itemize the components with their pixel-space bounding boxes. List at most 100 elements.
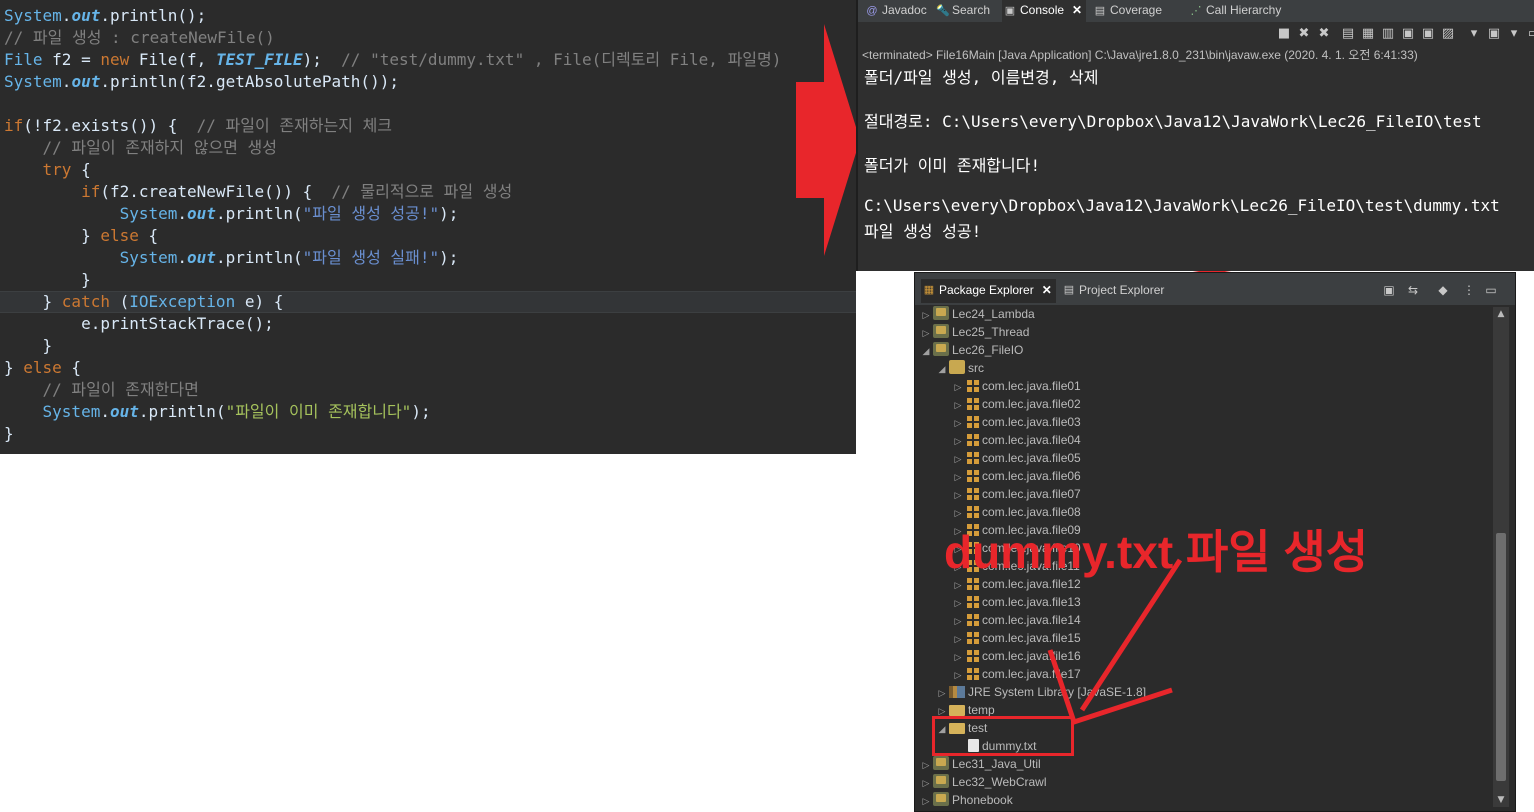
project-icon [933, 756, 949, 770]
tab-label: Call Hierarchy [1206, 3, 1282, 17]
minimize-icon[interactable]: ▭ [1483, 282, 1499, 298]
tab-console[interactable]: ▣ Console ✕ [1002, 0, 1087, 22]
javadoc-icon: @ [866, 5, 878, 17]
vertical-scrollbar[interactable]: ▲ ▼ [1493, 307, 1509, 807]
remove-all-icon[interactable]: ✖ [1316, 26, 1332, 42]
code-line: } else { [4, 225, 158, 247]
code-token: if [81, 182, 101, 201]
code-line: } [4, 423, 14, 445]
expand-toggle-icon[interactable]: ▷ [951, 594, 965, 612]
expand-toggle-icon[interactable]: ▷ [951, 666, 965, 684]
code-token: . [61, 6, 72, 25]
close-icon[interactable]: ✕ [1072, 3, 1082, 17]
close-icon[interactable]: ✕ [1042, 283, 1052, 297]
code-token: .println( [215, 248, 303, 267]
tree-item[interactable]: ▷ com.lec.java.file07 [951, 485, 1081, 503]
scroll-lock-icon[interactable]: ▦ [1360, 26, 1376, 42]
code-token: ( [109, 292, 130, 311]
tree-item[interactable]: ▷ com.lec.java.file01 [951, 377, 1081, 395]
code-token: { [71, 160, 91, 179]
tree-item-label: com.lec.java.file04 [982, 433, 1081, 447]
tab-label: Project Explorer [1079, 283, 1165, 297]
tree-item[interactable]: ◢ Lec26_FileIO [919, 341, 1023, 359]
expand-toggle-icon[interactable]: ▷ [951, 396, 965, 414]
code-token: // 파일이 존재하지 않으면 생성 [42, 138, 277, 157]
expand-toggle-icon[interactable]: ▷ [919, 306, 933, 324]
clear-console-icon[interactable]: ▤ [1340, 26, 1356, 42]
expand-toggle-icon[interactable]: ▷ [951, 630, 965, 648]
expand-toggle-icon[interactable]: ▷ [951, 378, 965, 396]
code-token: out [109, 402, 139, 421]
code-token: out [71, 72, 101, 91]
source-folder-icon [949, 360, 965, 374]
tab-project-explorer[interactable]: ▤ Project Explorer [1061, 279, 1165, 303]
link-with-editor-icon[interactable]: ⇆ [1405, 282, 1421, 298]
code-token: .println(f2.getAbsolutePath()); [100, 72, 399, 91]
code-token: // 파일이 존재하는지 체크 [196, 116, 393, 135]
code-token: (f2.createNewFile()) { [100, 182, 332, 201]
tree-item[interactable]: ▷ com.lec.java.file03 [951, 413, 1081, 431]
tree-item[interactable]: ▷ com.lec.java.file04 [951, 431, 1081, 449]
view-menu-icon[interactable]: ⋮ [1461, 282, 1477, 298]
expand-toggle-icon[interactable]: ▷ [935, 684, 949, 702]
tree-item[interactable]: ▷ com.lec.java.file05 [951, 449, 1081, 467]
code-token: } [4, 336, 53, 355]
collapse-all-icon[interactable]: ▣ [1381, 282, 1397, 298]
view-menu-icon[interactable]: ▾ [1506, 26, 1522, 42]
tree-item[interactable]: ▷ Lec25_Thread [919, 323, 1029, 341]
expand-toggle-icon[interactable]: ▷ [951, 414, 965, 432]
scrollbar-thumb[interactable] [1496, 533, 1506, 781]
expand-toggle-icon[interactable]: ◢ [919, 342, 933, 360]
open-console-icon[interactable]: ▣ [1486, 26, 1502, 42]
focus-icon[interactable]: ◆ [1435, 282, 1451, 298]
code-line: } [4, 335, 53, 357]
expand-toggle-icon[interactable]: ▷ [951, 468, 965, 486]
code-editor[interactable]: System.out.println();// 파일 생성 : createNe… [0, 0, 856, 454]
tab-search[interactable]: 🔦 Search [934, 0, 990, 22]
tab-javadoc[interactable]: @ Javadoc [864, 0, 926, 22]
expand-toggle-icon[interactable]: ▷ [919, 792, 933, 810]
display-console-icon[interactable]: ▾ [1466, 26, 1482, 42]
word-wrap-icon[interactable]: ▥ [1380, 26, 1396, 42]
expand-toggle-icon[interactable]: ▷ [951, 486, 965, 504]
arrow-right-icon [796, 24, 860, 256]
show-on-output-icon[interactable]: ▣ [1400, 26, 1416, 42]
code-line: if(f2.createNewFile()) { // 물리적으로 파일 생성 [4, 181, 512, 203]
code-token: } [4, 270, 91, 289]
package-icon [967, 398, 979, 410]
tree-item[interactable]: ▷ com.lec.java.file02 [951, 395, 1081, 413]
scroll-down-icon[interactable]: ▼ [1496, 795, 1506, 805]
expand-toggle-icon[interactable]: ▷ [919, 756, 933, 774]
minimize-icon[interactable]: ▭ [1526, 26, 1534, 42]
tab-call-hierarchy[interactable]: ⋰ Call Hierarchy [1188, 0, 1282, 22]
tree-item[interactable]: ▷ com.lec.java.file06 [951, 467, 1081, 485]
tree-item[interactable]: ▷ Lec31_Java_Util [919, 755, 1041, 773]
code-token: ); [411, 402, 431, 421]
show-on-error-icon[interactable]: ▣ [1420, 26, 1436, 42]
tree-item-label: com.lec.java.file01 [982, 379, 1081, 393]
tree-item[interactable]: ◢ src [935, 359, 984, 377]
expand-toggle-icon[interactable]: ▷ [919, 774, 933, 792]
expand-toggle-icon[interactable]: ▷ [951, 432, 965, 450]
code-token: System [119, 204, 178, 223]
expand-toggle-icon[interactable]: ▷ [951, 648, 965, 666]
expand-toggle-icon[interactable]: ▷ [951, 612, 965, 630]
expand-toggle-icon[interactable]: ◢ [935, 360, 949, 378]
tree-item[interactable]: ▷ Lec32_WebCrawl [919, 773, 1047, 791]
tab-coverage[interactable]: ▤ Coverage [1092, 0, 1162, 22]
code-token: . [61, 72, 72, 91]
tree-item[interactable]: ▷ Phonebook [919, 791, 1013, 809]
pin-console-icon[interactable]: ▨ [1440, 26, 1456, 42]
expand-toggle-icon[interactable]: ▷ [951, 450, 965, 468]
scroll-up-icon[interactable]: ▲ [1496, 309, 1506, 319]
code-token: .println( [138, 402, 226, 421]
code-token: e) { [235, 292, 284, 311]
terminate-icon[interactable]: ■ [1276, 26, 1292, 42]
remove-launch-icon[interactable]: ✖ [1296, 26, 1312, 42]
expand-toggle-icon[interactable]: ▷ [919, 324, 933, 342]
package-icon [967, 614, 979, 626]
tree-item[interactable]: ▷ Lec24_Lambda [919, 305, 1035, 323]
tab-package-explorer[interactable]: ▦ Package Explorer ✕ [921, 279, 1056, 303]
console-view[interactable]: @ Javadoc 🔦 Search ▣ Console ✕ ▤ Coverage ⋰ Call H… [856, 0, 1534, 271]
tree-item-label: Lec24_Lambda [952, 307, 1035, 321]
